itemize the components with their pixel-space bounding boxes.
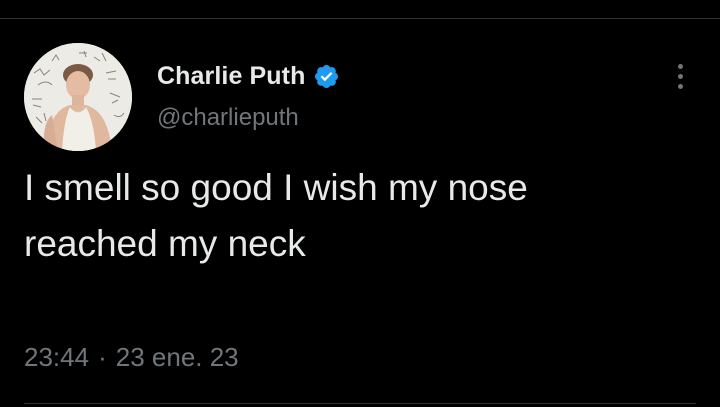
avatar-image [24, 43, 132, 151]
top-divider [0, 18, 720, 19]
bottom-divider [24, 403, 696, 404]
tweet-timestamp[interactable]: 23:44 · 23 ene. 23 [24, 342, 239, 373]
tweet-time[interactable]: 23:44 [24, 342, 89, 373]
more-vertical-icon [677, 63, 683, 69]
more-vertical-icon [677, 83, 683, 89]
tweet-date[interactable]: 23 ene. 23 [116, 342, 239, 373]
tweet-text: I smell so good I wish my nose reached m… [24, 160, 684, 272]
author-name-row[interactable]: Charlie Puth [157, 59, 340, 93]
verified-badge-icon [313, 63, 340, 90]
tweet-text-line: reached my neck [24, 223, 306, 264]
avatar[interactable] [24, 43, 132, 151]
author-handle[interactable]: @charlieputh [157, 104, 299, 132]
more-vertical-icon [677, 73, 683, 79]
author-display-name[interactable]: Charlie Puth [157, 62, 305, 91]
more-options-button[interactable] [664, 58, 696, 94]
meta-separator: · [98, 342, 107, 372]
tweet-text-line: I smell so good I wish my nose [24, 167, 528, 208]
